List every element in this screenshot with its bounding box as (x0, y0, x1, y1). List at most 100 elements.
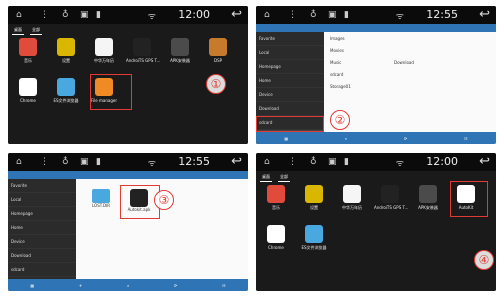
sidebar-item-sdcard[interactable]: sdcard (8, 263, 76, 277)
search-icon[interactable]: ⌕ (127, 283, 129, 288)
status-bar: ⌂ ⋮ ♁ ▣ ▮ ᯤ 12:55 ↩ (8, 153, 248, 171)
sidebar-item-home[interactable]: Home (8, 221, 76, 235)
sidebar-item-local[interactable]: Local (8, 193, 76, 207)
more-icon[interactable]: ⋮ (288, 156, 297, 168)
file-manager: Favorite Local Homepage Home Device Down… (8, 171, 248, 291)
wifi-icon: ᯤ (147, 159, 156, 169)
app-icon (305, 225, 323, 243)
app-icon-tile[interactable]: Chrome (12, 78, 44, 103)
app-label: AndroiTS GPS T... (126, 58, 161, 63)
tab-desktop[interactable]: 桌面 (12, 26, 24, 35)
home-icon[interactable]: ⌂ (16, 9, 22, 21)
more-icon[interactable]: ⋮ (40, 156, 49, 168)
app-label: 设置 (62, 58, 70, 63)
more-icon[interactable]: ⋮ (40, 9, 49, 21)
app-label: APK安装器 (418, 205, 438, 210)
app-icon-tile[interactable]: Chrome (260, 225, 292, 250)
list-item[interactable]: Download (394, 60, 414, 65)
app-icon (57, 38, 75, 56)
panel-file-manager-2: ⌂ ⋮ ♁ ▣ ▮ ᯤ 12:55 ↩ Favorite Local Homep… (8, 153, 248, 291)
grid-icon[interactable]: ▦ (284, 136, 288, 141)
clock: 12:55 (178, 155, 210, 168)
app-icon-tile[interactable]: 音乐 (260, 185, 292, 211)
app-label: 中华万年历 (94, 58, 114, 63)
app-icon-tile[interactable]: 中华万年历 (88, 38, 120, 64)
sidebar-item-local[interactable]: Local (256, 46, 324, 60)
app-icon-tile[interactable]: APK安装器 (164, 38, 196, 64)
app-icon-tile[interactable]: 音乐 (12, 38, 44, 64)
home-icon[interactable]: ⌂ (16, 156, 22, 168)
app-icon (305, 185, 323, 203)
refresh-icon[interactable]: ⟳ (174, 283, 177, 288)
tab-desktop[interactable]: 桌面 (260, 173, 272, 182)
sidebar: Favorite Local Homepage Home Device Down… (8, 179, 76, 291)
app-icon-tile[interactable]: ES文件浏览器 (50, 78, 82, 104)
app-icon (381, 185, 399, 203)
tab-all[interactable]: 全部 (278, 173, 290, 182)
clock: 12:55 (426, 8, 458, 21)
app-label: 音乐 (272, 205, 280, 210)
panel-file-manager-1: ⌂ ⋮ ♁ ▣ ▮ ᯤ 12:55 ↩ Favorite Local Homep… (256, 6, 496, 144)
app-label: 音乐 (24, 58, 32, 63)
sidebar-item-home[interactable]: Home (256, 74, 324, 88)
list-item[interactable]: Images (330, 36, 345, 41)
app-icon-tile[interactable]: AndroiTS GPS T... (374, 185, 408, 210)
grid-icon[interactable]: ▦ (30, 283, 34, 288)
sidebar-item-device[interactable]: Device (8, 235, 76, 249)
wifi-icon: ᯤ (395, 159, 404, 169)
image-icon: ▣ (328, 157, 337, 167)
app-label: Chrome (268, 245, 284, 250)
search-icon[interactable]: ⌕ (345, 136, 347, 141)
app-icon-tile[interactable]: 设置 (50, 38, 82, 64)
app-label: APK安装器 (170, 58, 190, 63)
bottom-bar: ▦ + ⌕ ⟳ ☷ (8, 279, 248, 291)
more-icon[interactable]: ⋮ (288, 9, 297, 21)
app-label: 设置 (310, 205, 318, 210)
refresh-icon[interactable]: ⟳ (404, 136, 407, 141)
app-icon (267, 225, 285, 243)
app-icon (343, 185, 361, 203)
sidebar-item-download[interactable]: Download (8, 249, 76, 263)
app-icon-tile[interactable]: APK安装器 (412, 185, 444, 211)
app-icon-tile[interactable]: AndroiTS GPS T... (126, 38, 161, 63)
back-icon[interactable]: ↩ (479, 154, 490, 169)
sidebar-item-favorite[interactable]: Favorite (256, 32, 324, 46)
app-icon-tile[interactable]: 设置 (298, 185, 330, 211)
list-item[interactable]: sdcard (330, 72, 343, 77)
clock: 12:00 (178, 8, 210, 21)
list-item[interactable]: Storage01 (330, 84, 351, 89)
home-icon[interactable]: ⌂ (264, 9, 270, 21)
view-icon[interactable]: ☷ (222, 283, 226, 288)
add-icon[interactable]: + (79, 283, 82, 288)
tab-all[interactable]: 全部 (30, 26, 42, 35)
status-bar: ⌂ ⋮ ♁ ▣ ▮ ᯤ 12:00 ↩ (8, 6, 248, 24)
view-icon[interactable]: ☷ (464, 136, 468, 141)
list-item[interactable]: Music (330, 60, 341, 65)
sidebar-item-homepage[interactable]: Homepage (256, 60, 324, 74)
app-icon-tile[interactable]: 中华万年历 (336, 185, 368, 211)
sd-icon: ▮ (96, 10, 101, 20)
back-icon[interactable]: ↩ (231, 7, 242, 22)
app-label: 中华万年历 (342, 205, 362, 210)
sidebar-item-favorite[interactable]: Favorite (8, 179, 76, 193)
app-label: ES文件浏览器 (53, 98, 79, 103)
list-item[interactable]: Movies (330, 48, 344, 53)
toolbar (8, 171, 248, 179)
app-label: DSP (213, 58, 223, 63)
app-icon-tile[interactable]: ES文件浏览器 (298, 225, 330, 251)
wifi-icon: ᯤ (395, 12, 404, 22)
sidebar-item-homepage[interactable]: Homepage (8, 207, 76, 221)
back-icon[interactable]: ↩ (479, 7, 490, 22)
sidebar-item-device[interactable]: Device (256, 88, 324, 102)
sidebar-item-download[interactable]: Download (256, 102, 324, 116)
image-icon: ▣ (80, 10, 89, 20)
usb-icon: ♁ (62, 10, 69, 20)
folder-item[interactable]: LOST.DIR (88, 189, 114, 208)
app-icon (133, 38, 151, 56)
home-icon[interactable]: ⌂ (264, 156, 270, 168)
image-icon: ▣ (80, 157, 89, 167)
app-icon-tile[interactable]: DSP (202, 38, 234, 63)
app-icon (95, 38, 113, 56)
wifi-icon: ᯤ (147, 12, 156, 22)
back-icon[interactable]: ↩ (231, 154, 242, 169)
